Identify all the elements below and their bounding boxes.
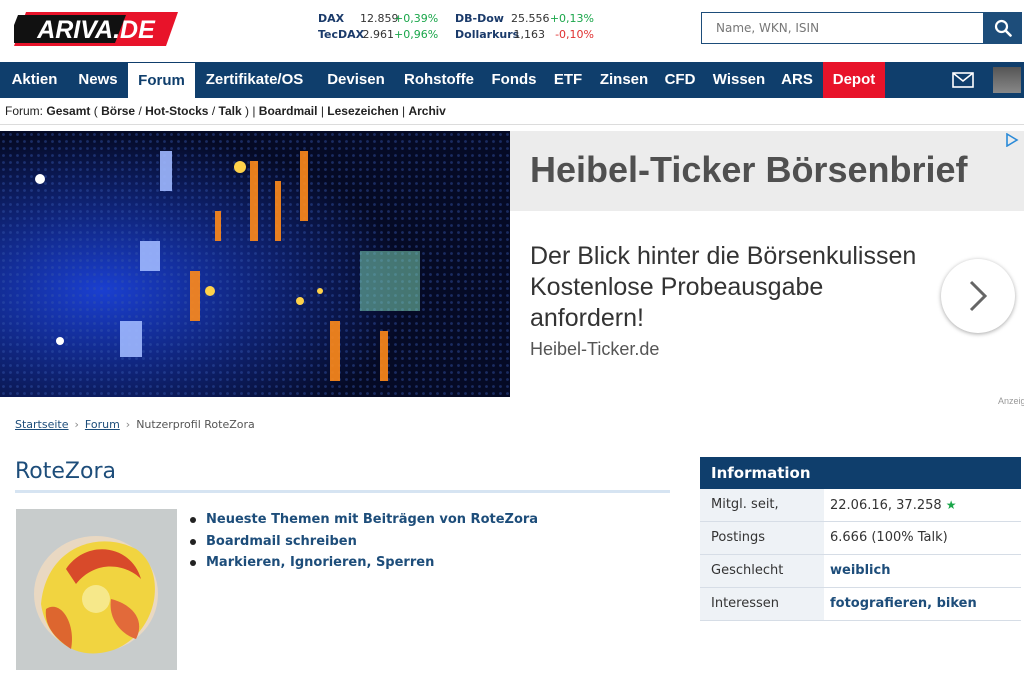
ad-text: Der Blick hinter die Börsenkulissen Kost… bbox=[530, 241, 930, 334]
breadcrumb: Startseite › Forum › Nutzerprofil RoteZora bbox=[15, 418, 255, 431]
forum-link-gesamt[interactable]: Gesamt bbox=[46, 104, 90, 118]
ticker-dax[interactable]: DAX 12.859 +0,39% bbox=[318, 11, 439, 27]
separator: / bbox=[211, 104, 216, 118]
ad-url[interactable]: Heibel-Ticker.de bbox=[530, 339, 659, 360]
nav-rohstoffe[interactable]: Rohstoffe bbox=[396, 62, 482, 98]
ticker-value: 25.556 bbox=[511, 12, 550, 25]
nav-news[interactable]: News bbox=[69, 62, 127, 98]
forum-link-boardmail[interactable]: Boardmail bbox=[259, 104, 318, 118]
info-value: 22.06.16, 37.258 ★ bbox=[824, 489, 1021, 521]
ticker-tecdax[interactable]: TecDAX 2.961 +0,96% bbox=[318, 27, 439, 43]
ad-title[interactable]: Heibel-Ticker Börsenbrief bbox=[530, 149, 967, 191]
info-panel: Information Mitgl. seit, Sterne 22.06.16… bbox=[700, 457, 1021, 621]
info-label: Postings bbox=[700, 522, 824, 554]
member-since-stars: 22.06.16, 37.258 bbox=[830, 498, 942, 513]
nav-ars[interactable]: ARS bbox=[776, 62, 818, 98]
forum-prefix: Forum: bbox=[5, 104, 44, 118]
info-value-interests[interactable]: fotografieren, biken bbox=[824, 588, 1021, 620]
separator: / bbox=[138, 104, 142, 118]
info-row: Postings 6.666 (100% Talk) bbox=[700, 522, 1021, 555]
breadcrumb-current: Nutzerprofil RoteZora bbox=[136, 418, 255, 431]
forum-link-archiv[interactable]: Archiv bbox=[408, 104, 445, 118]
info-row: Mitgl. seit, Sterne 22.06.16, 37.258 ★ bbox=[700, 489, 1021, 544]
ad-line-2: Kostenlose Probeausgabe bbox=[530, 273, 824, 301]
separator: | bbox=[320, 104, 324, 118]
ticker-db-dow[interactable]: DB-Dow 25.556 +0,13% bbox=[455, 11, 594, 27]
ad-banner[interactable]: Heibel-Ticker Börsenbrief Der Blick hint… bbox=[0, 131, 1024, 397]
ticker-change: +0,13% bbox=[549, 12, 594, 25]
page-title: RoteZora bbox=[15, 459, 116, 484]
profile-picture bbox=[16, 509, 177, 670]
nav-fonds[interactable]: Fonds bbox=[484, 62, 544, 98]
ticker-name: Dollarkurs bbox=[455, 28, 520, 41]
chevron-right-icon: › bbox=[74, 418, 79, 431]
nav-wissen[interactable]: Wissen bbox=[706, 62, 772, 98]
separator: | bbox=[252, 104, 256, 118]
ad-line-1: Der Blick hinter die Börsenkulissen bbox=[530, 242, 917, 270]
ticker-name: DAX bbox=[318, 12, 345, 25]
mail-icon[interactable] bbox=[952, 72, 974, 88]
top-header: ARIVA.DE DAX 12.859 +0,39% TecDAX 2.961 … bbox=[0, 0, 1024, 62]
forum-subnav: Forum: Gesamt ( Börse / Hot-Stocks / Tal… bbox=[0, 98, 1024, 125]
ticker-value: 12.859 bbox=[360, 12, 399, 25]
nav-zinsen[interactable]: Zinsen bbox=[592, 62, 656, 98]
main-nav: Aktien News Forum Zertifikate/OS Devisen… bbox=[0, 62, 1024, 98]
forum-link-lesezeichen[interactable]: Lesezeichen bbox=[327, 104, 398, 118]
ticker-change: +0,39% bbox=[394, 12, 439, 25]
nav-zertifikate[interactable]: Zertifikate/OS bbox=[195, 62, 314, 98]
nav-aktien[interactable]: Aktien bbox=[0, 62, 69, 98]
ad-label: Anzeige bbox=[998, 396, 1024, 406]
star-icon: ★ bbox=[945, 498, 957, 512]
user-avatar[interactable] bbox=[993, 67, 1021, 93]
info-row: Geschlecht weiblich bbox=[700, 555, 1021, 588]
nav-cfd[interactable]: CFD bbox=[658, 62, 702, 98]
info-label: Mitgl. seit, Sterne bbox=[700, 489, 824, 544]
search-button[interactable] bbox=[983, 12, 1022, 44]
search-icon bbox=[994, 19, 1012, 37]
link-boardmail[interactable]: Boardmail schreiben bbox=[188, 531, 538, 553]
chevron-right-icon: › bbox=[125, 418, 131, 431]
forum-link-boerse[interactable]: Börse bbox=[101, 104, 135, 118]
info-row: Interessen fotografieren, biken bbox=[700, 588, 1021, 621]
profile-actions: Neueste Themen mit Beiträgen von RoteZor… bbox=[188, 509, 538, 574]
adchoices-icon[interactable] bbox=[1004, 133, 1024, 147]
ticker-change: -0,10% bbox=[555, 28, 594, 41]
info-title: Information bbox=[700, 457, 1021, 489]
ad-line-3: anfordern! bbox=[530, 304, 644, 332]
forum-link-hotstocks[interactable]: Hot-Stocks bbox=[145, 104, 208, 118]
nav-depot[interactable]: Depot bbox=[823, 62, 885, 98]
paren-open: ( bbox=[93, 104, 98, 118]
info-label: Geschlecht bbox=[700, 555, 824, 587]
ticker-dollarkurs[interactable]: Dollarkurs 1,163 -0,10% bbox=[455, 27, 594, 43]
ticker-value: 1,163 bbox=[513, 28, 546, 41]
link-newest-threads[interactable]: Neueste Themen mit Beiträgen von RoteZor… bbox=[188, 509, 538, 531]
ticker-change: +0,96% bbox=[394, 28, 439, 41]
nav-forum[interactable]: Forum bbox=[128, 63, 195, 98]
ticker-column-1: DAX 12.859 +0,39% TecDAX 2.961 +0,96% bbox=[318, 11, 439, 43]
breadcrumb-forum[interactable]: Forum bbox=[85, 418, 120, 431]
ticker-name: DB-Dow bbox=[455, 12, 504, 25]
separator: | bbox=[402, 104, 406, 118]
ad-title-box: Heibel-Ticker Börsenbrief bbox=[510, 131, 1024, 211]
info-label: Interessen bbox=[700, 588, 824, 620]
nav-devisen[interactable]: Devisen bbox=[318, 62, 394, 98]
title-divider bbox=[15, 490, 670, 493]
search-input[interactable]: Name, WKN, ISIN bbox=[701, 12, 983, 44]
paren-close: ) bbox=[244, 104, 249, 118]
ticker-column-2: DB-Dow 25.556 +0,13% Dollarkurs 1,163 -0… bbox=[455, 11, 594, 43]
ad-stock-ticker-image bbox=[0, 131, 510, 397]
info-value-gender[interactable]: weiblich bbox=[824, 555, 1021, 587]
breadcrumb-home[interactable]: Startseite bbox=[15, 418, 69, 431]
info-value: 6.666 (100% Talk) bbox=[830, 530, 948, 545]
forum-link-talk[interactable]: Talk bbox=[219, 104, 242, 118]
ticker-name: TecDAX bbox=[318, 28, 365, 41]
ticker-value: 2.961 bbox=[362, 28, 395, 41]
chevron-right-icon bbox=[969, 280, 988, 312]
ad-next-button[interactable] bbox=[941, 259, 1015, 333]
link-mark-ignore-block[interactable]: Markieren, Ignorieren, Sperren bbox=[188, 552, 538, 574]
nav-etf[interactable]: ETF bbox=[546, 62, 590, 98]
ariva-logo[interactable]: ARIVA.DE bbox=[14, 12, 178, 46]
logo-text: ARIVA.DE bbox=[36, 16, 156, 44]
